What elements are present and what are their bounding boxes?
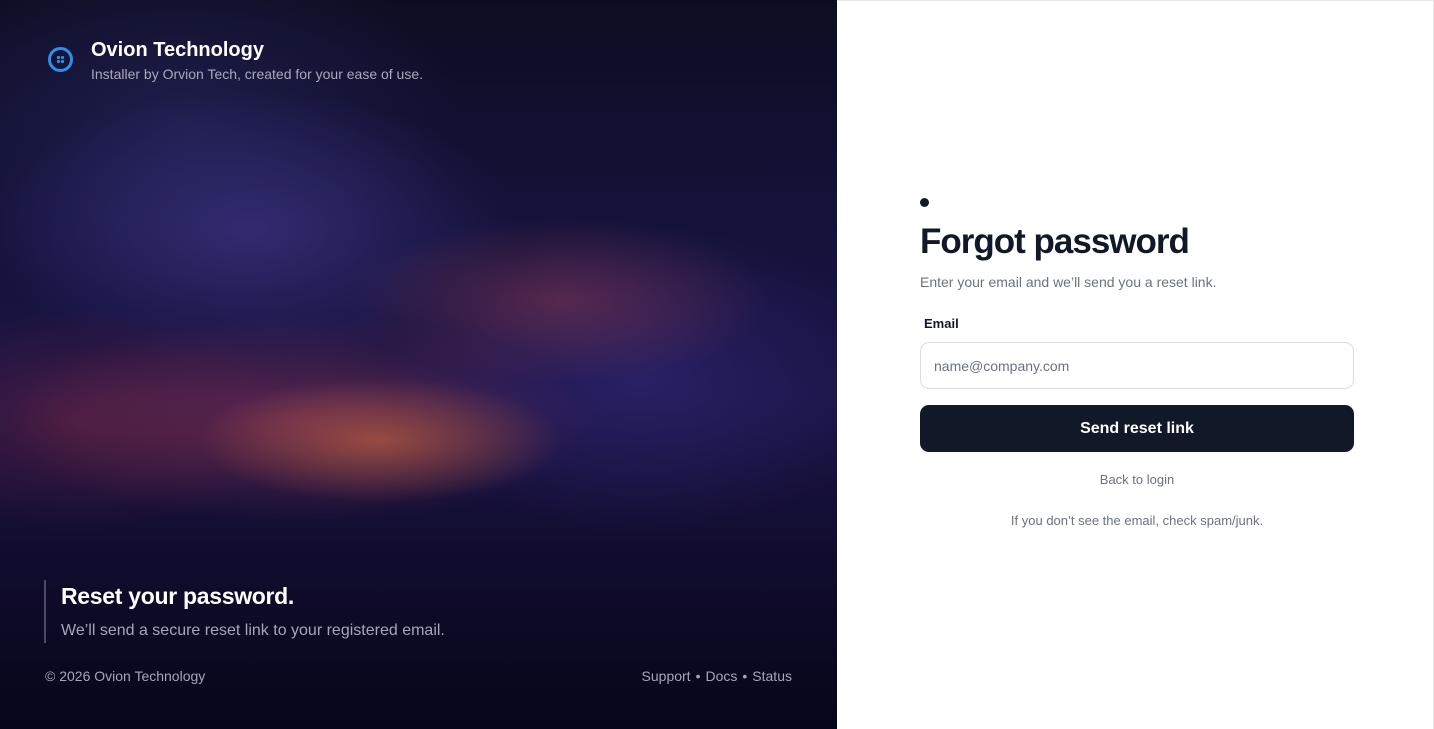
- logo-grid-icon: [48, 47, 73, 72]
- hero-heading: Reset your password.: [61, 583, 295, 609]
- hero-callout: Reset your password. We’ll send a secure…: [44, 580, 445, 643]
- form-panel: Forgot password Enter your email and we’…: [837, 0, 1434, 729]
- brand-text: Ovion Technology Installer by Orvion Tec…: [91, 38, 423, 84]
- hero-panel: Ovion Technology Installer by Orvion Tec…: [0, 0, 837, 729]
- send-reset-link-button[interactable]: Send reset link: [920, 405, 1354, 452]
- brand-name: Ovion Technology: [91, 39, 264, 61]
- hero-text: We’ll send a secure reset link to your r…: [61, 622, 445, 639]
- footer-link-support[interactable]: Support: [642, 666, 691, 686]
- spam-hint: If you don’t see the email, check spam/j…: [1010, 513, 1264, 528]
- copyright: © 2026 Ovion Technology: [45, 668, 206, 684]
- hero-footer: © 2026 Ovion Technology Support • Docs •…: [45, 666, 792, 686]
- email-field[interactable]: [920, 342, 1354, 389]
- footer-link-status[interactable]: Status: [752, 666, 792, 686]
- status-dot: [920, 198, 929, 207]
- back-to-login-link[interactable]: Back to login: [920, 471, 1354, 489]
- brand-tagline: Installer by Orvion Tech, created for yo…: [91, 66, 424, 82]
- footer-links: Support • Docs • Status: [642, 666, 792, 686]
- page-title: Forgot password: [920, 222, 1190, 261]
- footer-link-docs[interactable]: Docs: [705, 666, 737, 686]
- forgot-password-form: Forgot password Enter your email and we’…: [920, 198, 1354, 530]
- brand-header: Ovion Technology Installer by Orvion Tec…: [48, 38, 423, 84]
- footer-separator: •: [695, 668, 701, 684]
- page-subtitle: Enter your email and we’ll send you a re…: [920, 274, 1217, 290]
- email-label: Email: [924, 316, 959, 331]
- footer-separator: •: [742, 668, 748, 684]
